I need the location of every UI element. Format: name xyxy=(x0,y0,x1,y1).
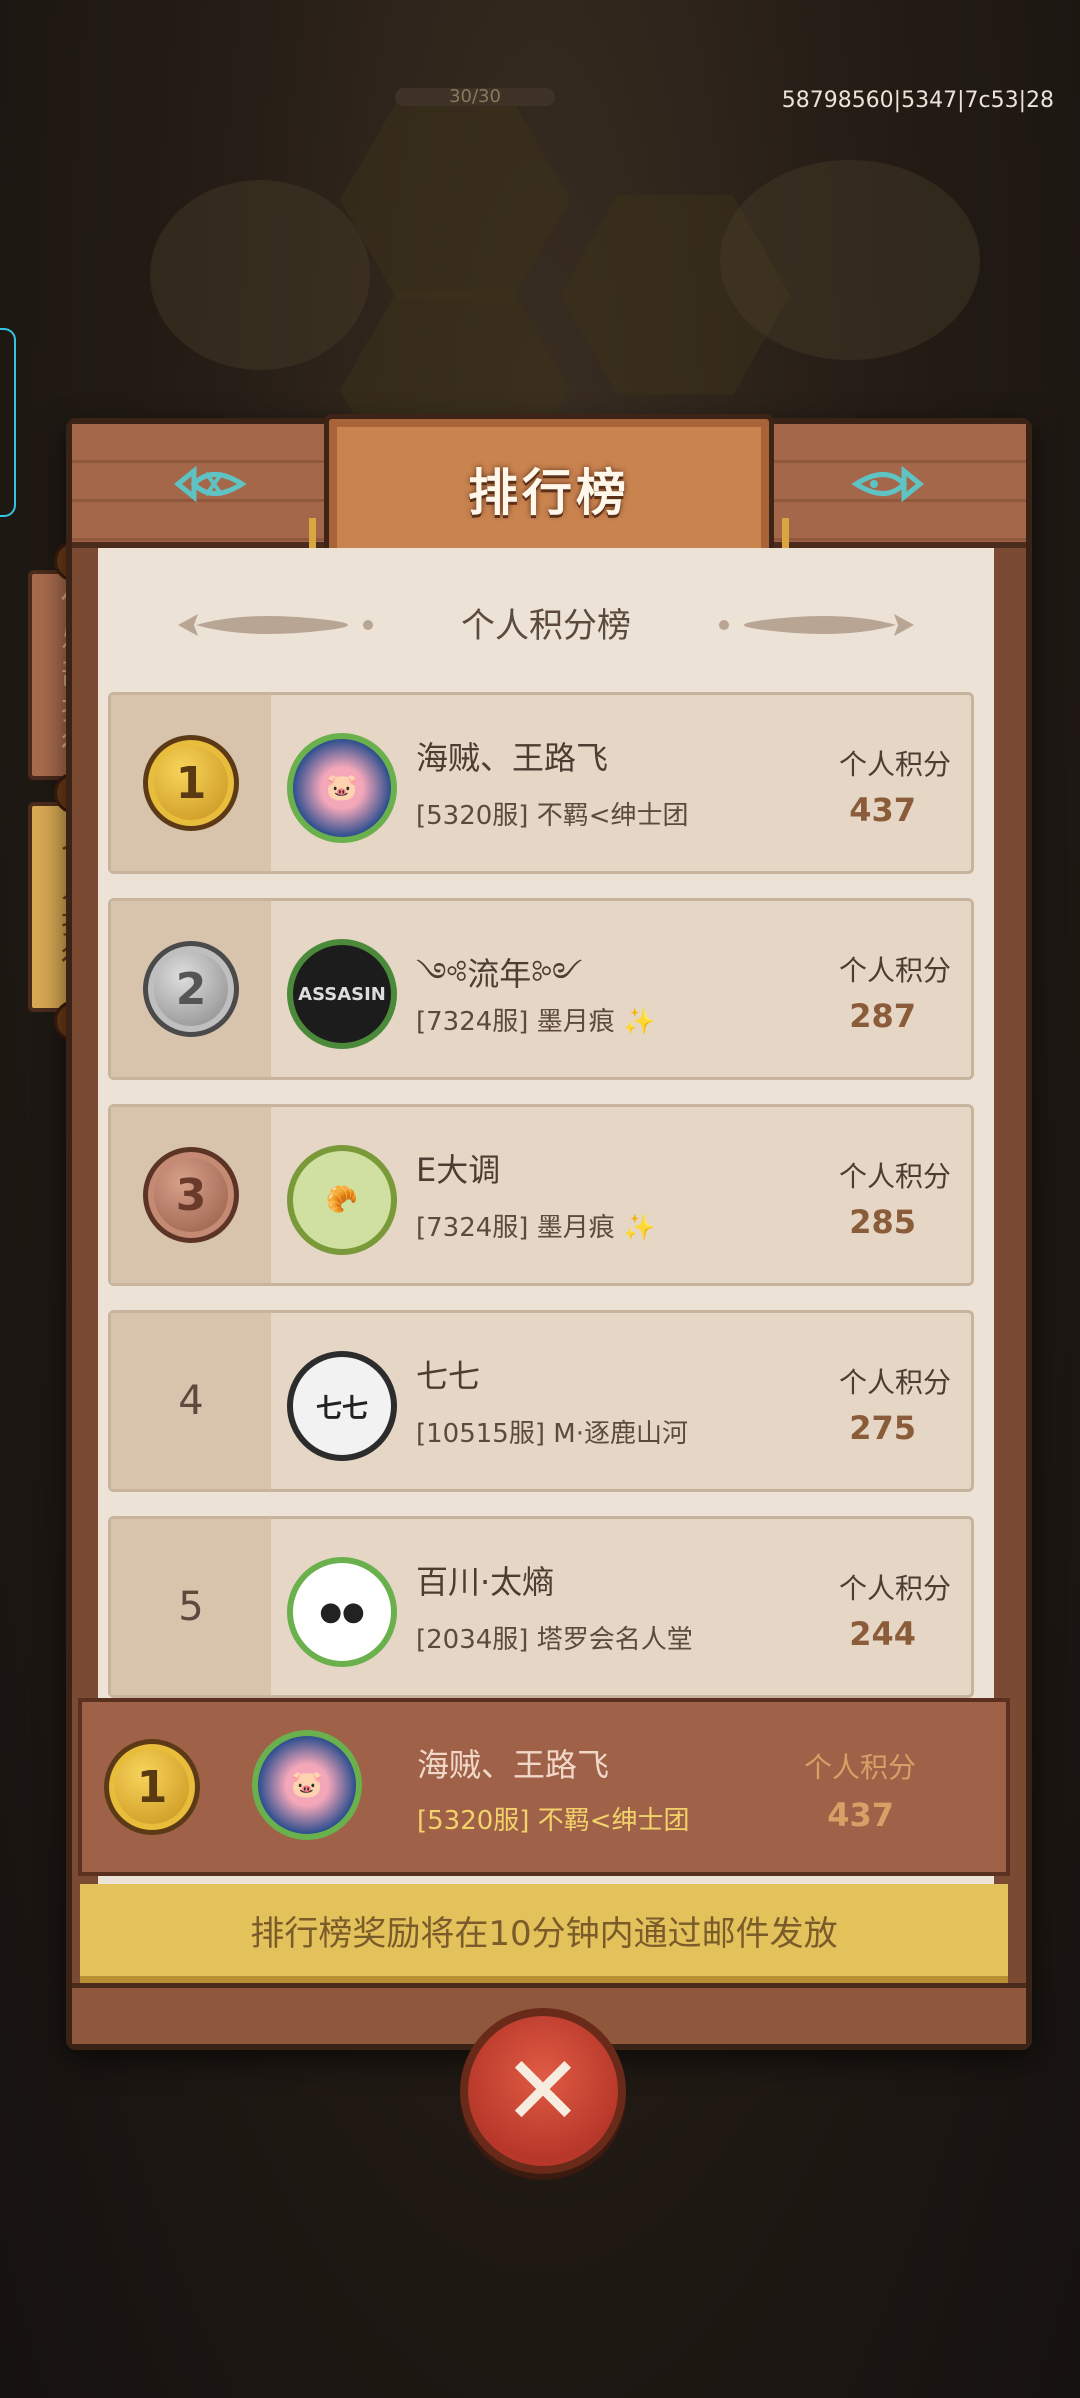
assassin-avatar[interactable]: ASSASIN xyxy=(287,939,397,1049)
pirate-pig-avatar[interactable]: 🐷 xyxy=(252,1730,362,1840)
player-name: 海贼、王路飞 xyxy=(416,739,609,777)
player-name: 七七 xyxy=(416,1357,481,1395)
fish-ornament-right-icon xyxy=(719,614,914,636)
player-name: 百川·太熵 xyxy=(416,1563,555,1601)
side-edge-handle[interactable] xyxy=(0,328,16,517)
player-guild: [5320服] 不羁<绅士团 xyxy=(416,801,689,831)
ranking-row[interactable]: 3 🥐 E大调 [7324服] 墨月痕 ✨ 个人积分 285 xyxy=(108,1104,974,1286)
ranking-row[interactable]: 5 ●● 百川·太熵 [2034服] 塔罗会名人堂 个人积分 244 xyxy=(108,1516,974,1698)
rank-cell: 2 xyxy=(111,901,271,1077)
qiqi-avatar[interactable]: 七七 xyxy=(287,1351,397,1461)
rank-cell: 3 xyxy=(111,1107,271,1283)
player-guild: [2034服] 塔罗会名人堂 xyxy=(416,1625,693,1655)
bronze-medal-icon: 3 xyxy=(143,1147,239,1243)
silver-medal-icon: 2 xyxy=(143,941,239,1037)
score-label: 个人积分 xyxy=(838,1572,951,1605)
ranking-row[interactable]: 1 🐷 海贼、王路飞 [5320服] 不羁<绅士团 个人积分 437 xyxy=(108,692,974,874)
pirate-pig-avatar[interactable]: 🐷 xyxy=(287,733,397,843)
ranking-row[interactable]: 4 七七 七七 [10515服] M·逐鹿山河 个人积分 275 xyxy=(108,1310,974,1492)
bg-progress: 30/30 xyxy=(395,88,555,106)
score-value: 285 xyxy=(849,1203,916,1241)
score-label: 个人积分 xyxy=(838,1160,951,1193)
my-player-guild: [5320服] 不羁<绅士团 xyxy=(417,1806,690,1836)
rank-cell: 5 xyxy=(111,1519,271,1695)
reward-notice: 排行榜奖励将在10分钟内通过邮件发放 xyxy=(80,1884,1008,1984)
rank-cell: 1 xyxy=(82,1702,222,1872)
score-value: 244 xyxy=(849,1615,916,1653)
player-guild: [7324服] 墨月痕 ✨ xyxy=(416,1007,656,1037)
rank-number: 5 xyxy=(178,1584,204,1630)
rank-cell: 4 xyxy=(111,1313,271,1489)
score-value: 287 xyxy=(849,997,916,1035)
close-button[interactable]: ✕ xyxy=(460,2008,626,2174)
player-guild: [10515服] M·逐鹿山河 xyxy=(416,1419,688,1449)
gold-medal-icon: 1 xyxy=(143,735,239,831)
my-score-value: 437 xyxy=(827,1796,894,1834)
debug-id-text: 58798560|5347|7c53|28 xyxy=(781,88,1054,113)
score-label: 个人积分 xyxy=(838,748,951,781)
rank-cell: 1 xyxy=(111,695,271,871)
title-plate: 排行榜 xyxy=(309,414,789,565)
my-rank-row: 1 🐷 海贼、王路飞 [5320服] 不羁<绅士团 个人积分 437 xyxy=(78,1698,1010,1876)
meme-avatar[interactable]: ●● xyxy=(287,1557,397,1667)
player-name: E大调 xyxy=(416,1151,501,1189)
my-score-label: 个人积分 xyxy=(803,1751,916,1784)
bg-hex-tile xyxy=(340,100,570,300)
bg-character xyxy=(720,160,980,360)
my-player-name: 海贼、王路飞 xyxy=(417,1746,610,1784)
bread-avatar[interactable]: 🥐 xyxy=(287,1145,397,1255)
score-value: 437 xyxy=(849,791,916,829)
score-value: 275 xyxy=(849,1409,916,1447)
close-icon: ✕ xyxy=(502,2035,584,2147)
rank-number: 4 xyxy=(178,1378,204,1424)
ranking-list-area[interactable]: 个人积分榜 1 🐷 海贼、王路飞 [5320服] 不羁<绅士团 个人积分 437… xyxy=(98,548,994,1898)
panel-title: 排行榜 xyxy=(468,464,630,522)
score-label: 个人积分 xyxy=(838,954,951,987)
score-label: 个人积分 xyxy=(838,1366,951,1399)
player-guild: [7324服] 墨月痕 ✨ xyxy=(416,1213,656,1243)
leaderboard-panel: 排行榜 个人积分榜 1 🐷 海贼、王路飞 [5320服] 不羁<绅士团 个人积分… xyxy=(66,414,1032,2050)
bg-character xyxy=(150,180,370,370)
gold-medal-icon: 1 xyxy=(104,1739,200,1835)
fish-icon xyxy=(174,465,247,503)
fish-icon xyxy=(851,465,924,503)
ranking-row[interactable]: 2 ASSASIN ༺流年༻ [7324服] 墨月痕 ✨ 个人积分 287 xyxy=(108,898,974,1080)
